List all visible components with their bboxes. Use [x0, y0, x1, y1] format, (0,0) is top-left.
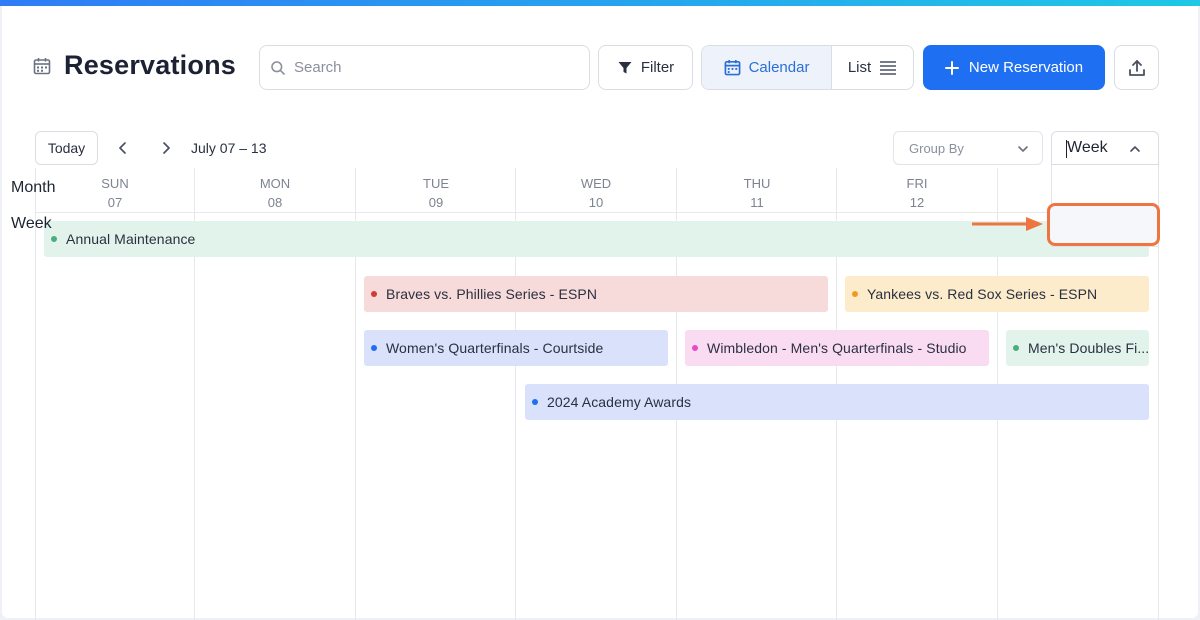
search-input[interactable]	[294, 47, 574, 88]
upload-icon	[1128, 59, 1145, 76]
day-of-week: WED	[580, 176, 612, 191]
event-title: Yankees vs. Red Sox Series - ESPN	[867, 286, 1098, 302]
filter-icon	[618, 61, 632, 73]
event-color-dot	[852, 291, 858, 297]
event-title: Annual Maintenance	[66, 231, 196, 247]
event-color-dot	[1013, 345, 1019, 351]
search-box[interactable]	[259, 45, 590, 90]
list-view-button[interactable]: List	[832, 46, 913, 89]
day-of-week: TUE	[423, 176, 449, 191]
calendar-view-button[interactable]: Calendar	[702, 46, 832, 89]
event-bar[interactable]: Braves vs. Phillies Series - ESPN	[364, 276, 828, 312]
calendar-icon	[724, 59, 740, 76]
group-by-select[interactable]: Group By	[893, 131, 1043, 165]
list-view-label: List	[847, 59, 872, 76]
event-color-dot	[692, 345, 698, 351]
filter-button[interactable]: Filter	[598, 45, 693, 90]
view-mode-toggle: Calendar List	[701, 45, 914, 90]
chevron-right-icon[interactable]	[157, 139, 175, 157]
event-color-dot	[371, 291, 377, 297]
date-range-label: July 07 – 13	[191, 140, 267, 156]
day-date: 07	[107, 195, 123, 210]
new-reservation-button[interactable]: New Reservation	[923, 45, 1105, 90]
day-date: 12	[909, 195, 925, 210]
chevron-up-icon	[1130, 146, 1140, 152]
page-title: Reservations	[64, 50, 236, 80]
event-title: Women's Quarterfinals - Courtside	[386, 340, 604, 356]
day-header-thu: THU 11	[677, 174, 837, 212]
day-header-mon: MON 08	[195, 174, 355, 212]
event-title: Braves vs. Phillies Series - ESPN	[386, 286, 598, 302]
today-button[interactable]: Today	[35, 131, 98, 165]
day-of-week: THU	[743, 176, 771, 191]
event-title: 2024 Academy Awards	[547, 394, 692, 410]
event-color-dot	[532, 399, 538, 405]
day-header-sun: SUN 07	[35, 174, 195, 212]
event-title: Men's Doubles Fi...	[1028, 340, 1149, 356]
day-header-wed: WED 10	[516, 174, 676, 212]
today-button-label: Today	[47, 140, 86, 156]
day-date: 10	[588, 195, 604, 210]
event-bar[interactable]: Men's Doubles Fi...	[1006, 330, 1149, 366]
text-cursor	[1066, 140, 1067, 158]
event-bar[interactable]: 2024 Academy Awards	[525, 384, 1149, 420]
event-color-dot	[51, 236, 57, 242]
day-header-fri: FRI 12	[837, 174, 997, 212]
search-icon	[271, 61, 285, 75]
dropdown-option-month[interactable]: Month	[11, 179, 55, 197]
list-icon	[880, 60, 897, 75]
calendar-icon	[33, 58, 51, 75]
group-by-placeholder: Group By	[909, 140, 964, 156]
arrow-annotation-icon	[972, 217, 1043, 231]
export-button[interactable]	[1114, 45, 1159, 90]
calendar-view-label: Calendar	[748, 59, 810, 76]
event-title: Wimbledon - Men's Quarterfinals - Studio	[707, 340, 967, 356]
filter-button-label: Filter	[640, 59, 675, 76]
day-date: 09	[428, 195, 444, 210]
day-date: 11	[750, 195, 764, 210]
event-bar[interactable]: Yankees vs. Red Sox Series - ESPN	[845, 276, 1149, 312]
view-range-select[interactable]: Week	[1051, 131, 1159, 165]
event-bar[interactable]: Wimbledon - Men's Quarterfinals - Studio	[685, 330, 989, 366]
header-divider	[35, 212, 1159, 213]
day-header-tue: TUE 09	[356, 174, 516, 212]
plus-icon	[944, 60, 959, 75]
day-date: 08	[267, 195, 283, 210]
day-of-week: FRI	[906, 176, 928, 191]
day-of-week: SUN	[101, 176, 129, 191]
chevron-down-icon	[1018, 146, 1028, 152]
event-bar[interactable]: Women's Quarterfinals - Courtside	[364, 330, 668, 366]
event-color-dot	[371, 345, 377, 351]
chevron-left-icon[interactable]	[114, 139, 132, 157]
new-reservation-label: New Reservation	[968, 59, 1084, 76]
highlight-annotation	[1047, 203, 1160, 246]
view-range-value: Week	[1067, 139, 1108, 156]
dropdown-option-week[interactable]: Week	[11, 215, 52, 233]
day-of-week: MON	[259, 176, 291, 191]
